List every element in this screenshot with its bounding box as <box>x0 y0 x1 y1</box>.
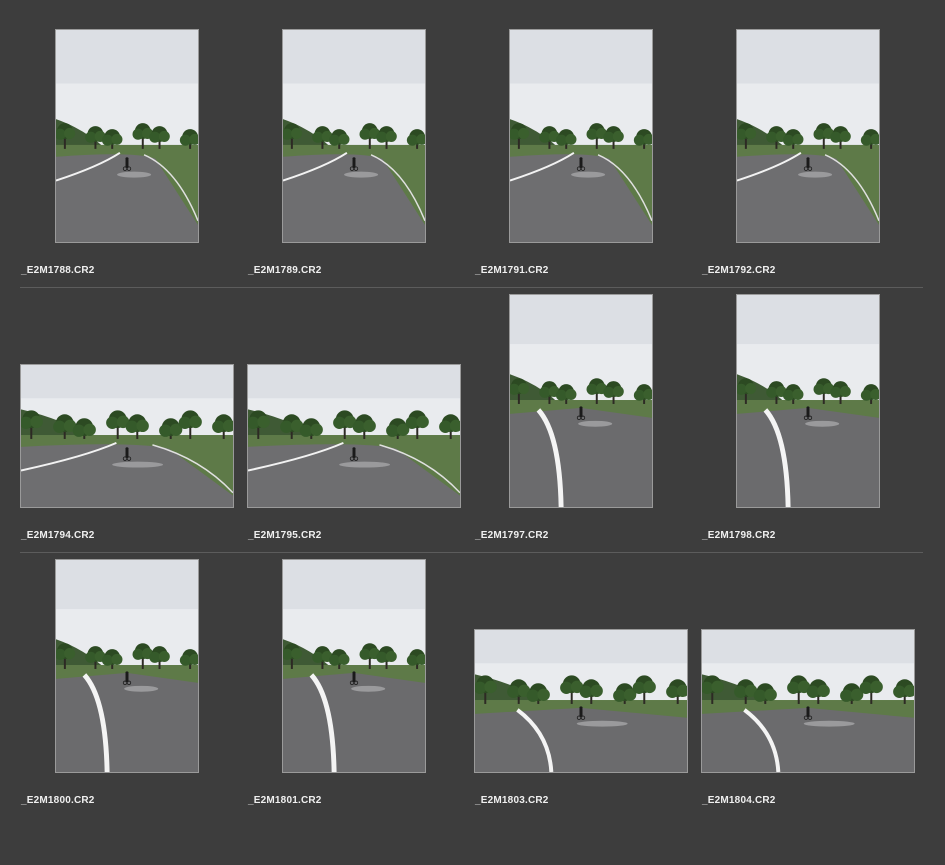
photo-road-scene <box>248 365 460 507</box>
photo-road-scene <box>737 30 879 242</box>
photo-road-scene <box>283 30 425 242</box>
thumbnail-e2m1795[interactable] <box>247 364 461 508</box>
filename-label: _E2M1792.CR2 <box>702 265 776 276</box>
photo-road-scene <box>21 365 233 507</box>
thumbnail-e2m1800[interactable] <box>55 559 199 773</box>
filename-label: _E2M1789.CR2 <box>248 265 322 276</box>
filename-label: _E2M1801.CR2 <box>248 795 322 806</box>
thumbnail-e2m1797[interactable] <box>509 294 653 508</box>
filename-label: _E2M1800.CR2 <box>21 795 95 806</box>
filename-label: _E2M1788.CR2 <box>21 265 95 276</box>
photo-road-scene <box>702 630 914 772</box>
filename-label: _E2M1803.CR2 <box>475 795 549 806</box>
thumbnail-e2m1798[interactable] <box>736 294 880 508</box>
photo-road-scene <box>510 295 652 507</box>
thumbnail-e2m1803[interactable] <box>474 629 688 773</box>
photo-road-scene <box>56 30 198 242</box>
thumbnail-e2m1792[interactable] <box>736 29 880 243</box>
thumbnail-e2m1791[interactable] <box>509 29 653 243</box>
filename-label: _E2M1797.CR2 <box>475 530 549 541</box>
filename-label: _E2M1794.CR2 <box>21 530 95 541</box>
thumbnail-e2m1794[interactable] <box>20 364 234 508</box>
photo-road-scene <box>56 560 198 772</box>
photo-road-scene <box>737 295 879 507</box>
filename-label: _E2M1791.CR2 <box>475 265 549 276</box>
thumbnail-e2m1788[interactable] <box>55 29 199 243</box>
thumbnail-e2m1804[interactable] <box>701 629 915 773</box>
photo-road-scene <box>283 560 425 772</box>
filename-label: _E2M1804.CR2 <box>702 795 776 806</box>
photo-road-scene <box>510 30 652 242</box>
row-separator <box>20 287 923 288</box>
thumbnail-e2m1789[interactable] <box>282 29 426 243</box>
row-separator <box>20 552 923 553</box>
filename-label: _E2M1795.CR2 <box>248 530 322 541</box>
photo-road-scene <box>475 630 687 772</box>
thumbnail-e2m1801[interactable] <box>282 559 426 773</box>
filename-label: _E2M1798.CR2 <box>702 530 776 541</box>
